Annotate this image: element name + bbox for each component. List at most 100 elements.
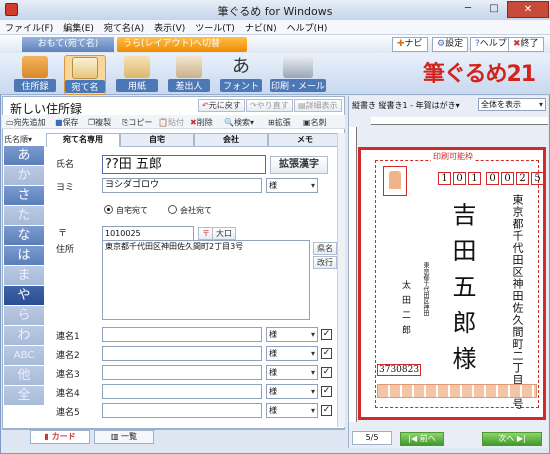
joint-name-4-checkbox[interactable]: ✓ [321, 386, 332, 397]
address-input[interactable]: 東京都千代田区神田佐久間町2丁目3号 [102, 240, 310, 320]
business-card-button[interactable]: ▣名刺 [303, 117, 327, 128]
line-break-button[interactable]: 改行 [313, 256, 337, 269]
redo-button[interactable]: ↷やり直す [246, 99, 293, 112]
ribbon-label: 宛て名 [65, 80, 105, 93]
copy-button[interactable]: ⎘コピー [122, 117, 152, 128]
kana-sa[interactable]: さ [4, 186, 44, 206]
extended-kanji-button[interactable]: 拡張漢字 [270, 156, 328, 174]
menu-view[interactable]: 表示(V) [149, 20, 190, 35]
honorific-select[interactable]: 様 [266, 178, 318, 193]
duplicate-button[interactable]: ❐複製 [88, 117, 111, 128]
oguchi-button[interactable]: 大口 [212, 227, 236, 240]
tab-front-address[interactable]: おもて(宛て名) [22, 37, 114, 52]
tab-company[interactable]: 会社 [194, 133, 268, 147]
kana-all[interactable]: 全 [4, 386, 44, 406]
card-view-label: カード [51, 432, 76, 441]
kana-ma[interactable]: ま [4, 266, 44, 286]
minimize-button[interactable]: ─ [455, 1, 481, 18]
tab-address-only[interactable]: 宛て名専用 [46, 133, 120, 147]
add-recipient-button[interactable]: ▭宛先追加 [6, 117, 46, 128]
font-icon: あ [232, 56, 250, 77]
sender-address: 東京都千代田区神田 [422, 262, 429, 316]
tab-list-view[interactable]: ▥ 一覧 [94, 430, 154, 444]
joint-name-1-input[interactable] [102, 327, 262, 342]
kana-ta[interactable]: た [4, 206, 44, 226]
undo-button[interactable]: ↶元に戻す [198, 99, 245, 112]
joint-name-5-honorific[interactable]: 様 [266, 403, 318, 418]
paste-button[interactable]: 📋貼付 [158, 117, 184, 128]
tab-card-view[interactable]: ▮ カード [30, 430, 90, 444]
prev-page-button[interactable]: |◀ 前へ [400, 432, 444, 446]
detail-view-button[interactable]: ▤詳細表示 [294, 99, 342, 112]
tab-back-layout[interactable]: うら(レイアウト)へ切替 [117, 37, 247, 52]
prefecture-button[interactable]: 県名 [313, 242, 337, 255]
kana-ya[interactable]: や [4, 286, 44, 306]
help-button[interactable]: ?ヘルプ [470, 37, 512, 52]
sort-order-label[interactable]: 氏名順▾ [4, 134, 32, 145]
menu-file[interactable]: ファイル(F) [0, 20, 58, 35]
zip-digit: 0 [486, 172, 499, 185]
ribbon-print-mail[interactable]: 印刷・メール [270, 55, 326, 95]
zip-digit: 1 [438, 172, 451, 185]
zip-input[interactable]: 1010025 [102, 226, 194, 241]
exit-button[interactable]: ✖終了 [508, 37, 544, 52]
next-page-button[interactable]: 次へ ▶| [482, 432, 542, 446]
ribbon-paper[interactable]: 用紙 [116, 55, 158, 95]
yomi-input[interactable]: ヨシダゴロウ [102, 178, 262, 193]
joint-name-5-input[interactable] [102, 403, 262, 418]
layout-select-label: 縦書き 縦書き1 - 年賀はがき [352, 101, 456, 110]
joint-name-2-input[interactable] [102, 346, 262, 361]
kana-na[interactable]: な [4, 226, 44, 246]
layout-select[interactable]: 縦書き 縦書き1 - 年賀はがき▾ [352, 100, 460, 111]
joint-name-2-checkbox[interactable]: ✓ [321, 348, 332, 359]
maximize-button[interactable]: □ [481, 1, 507, 18]
expand-button[interactable]: ⊞拡張 [268, 117, 291, 128]
kana-other[interactable]: 他 [4, 366, 44, 386]
radio-home[interactable] [104, 205, 113, 214]
form-scrollbar[interactable] [337, 133, 345, 427]
kana-abc[interactable]: ABC [4, 346, 44, 366]
kana-wa[interactable]: わ [4, 326, 44, 346]
paste-icon: 📋 [158, 118, 168, 127]
menu-edit[interactable]: 編集(E) [58, 20, 99, 35]
kana-ra[interactable]: ら [4, 306, 44, 326]
joint-name-3-label: 連名3 [56, 370, 80, 380]
settings-button[interactable]: ⚙設定 [432, 37, 469, 52]
undo-label: 元に戻す [208, 101, 241, 110]
joint-name-2-honorific[interactable]: 様 [266, 346, 318, 361]
save-button[interactable]: ■保存 [55, 117, 79, 128]
ribbon-address-name[interactable]: 宛て名 [64, 55, 106, 95]
menu-help[interactable]: ヘルプ(H) [282, 20, 333, 35]
kana-a[interactable]: あ [4, 146, 44, 166]
zip-label: 〒 [58, 229, 68, 239]
joint-name-5-label: 連名5 [56, 408, 80, 418]
ribbon-sender[interactable]: 差出人 [168, 55, 210, 95]
joint-name-3-honorific[interactable]: 様 [266, 365, 318, 380]
navi-button[interactable]: ✚ナビ [392, 37, 428, 52]
menu-tools[interactable]: ツール(T) [190, 20, 240, 35]
ribbon-font[interactable]: あ フォント [220, 55, 262, 95]
joint-name-1-honorific[interactable]: 様 [266, 327, 318, 342]
close-button[interactable]: ✕ [507, 1, 549, 18]
delete-button[interactable]: ✖削除 [190, 117, 213, 128]
joint-name-4-input[interactable] [102, 384, 262, 399]
redo-icon: ↷ [250, 101, 257, 110]
radio-company[interactable] [168, 205, 177, 214]
joint-name-3-checkbox[interactable]: ✓ [321, 367, 332, 378]
zoom-select[interactable]: 全体を表示 [478, 98, 546, 111]
joint-name-3-input[interactable] [102, 365, 262, 380]
menu-navi[interactable]: ナビ(N) [240, 20, 282, 35]
kana-ka[interactable]: か [4, 166, 44, 186]
joint-name-1-checkbox[interactable]: ✓ [321, 329, 332, 340]
zip-digit: 2 [516, 172, 529, 185]
menu-address[interactable]: 宛て名(A) [99, 20, 149, 35]
tab-home[interactable]: 自宅 [120, 133, 194, 147]
search-button[interactable]: 🔍検索▾ [224, 117, 254, 128]
tab-memo[interactable]: メモ [268, 133, 342, 147]
name-input[interactable]: ??田 五郎 [102, 155, 266, 174]
joint-name-5-checkbox[interactable]: ✓ [321, 405, 332, 416]
settings-icon: ⚙ [437, 39, 446, 49]
kana-ha[interactable]: は [4, 246, 44, 266]
ribbon-address-book[interactable]: 住所録 [14, 55, 56, 95]
joint-name-4-honorific[interactable]: 様 [266, 384, 318, 399]
